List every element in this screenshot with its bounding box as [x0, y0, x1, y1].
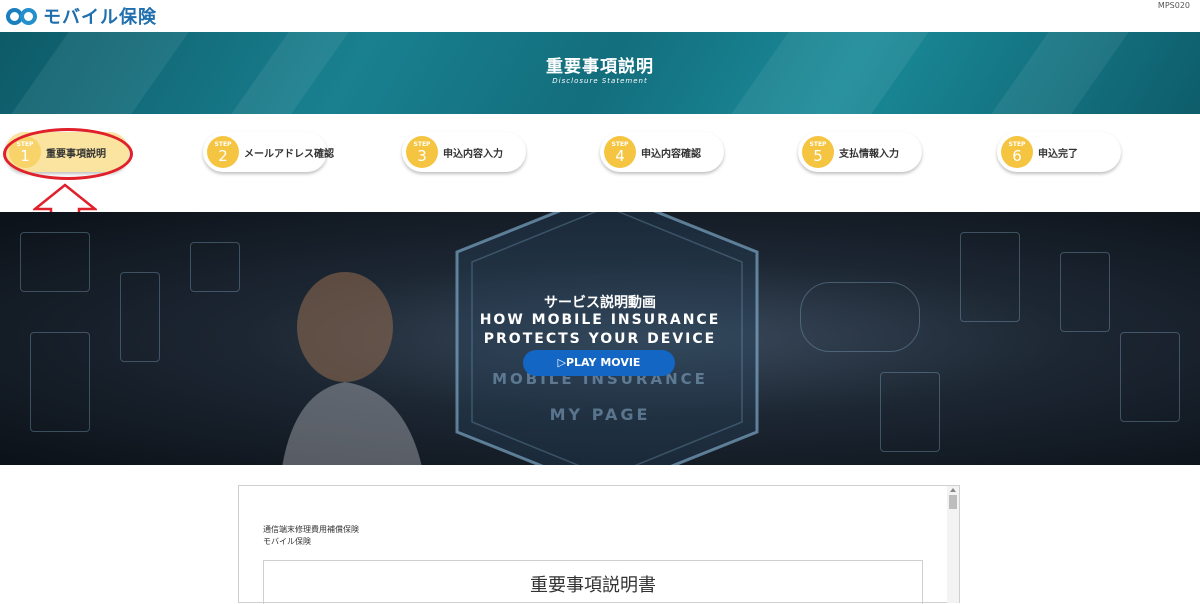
scroll-up-icon[interactable] [950, 488, 956, 492]
top-bar: モバイル保険 MPS020 [0, 0, 1200, 32]
hero-tagline-line1: HOW MOBILE INSURANCE [479, 312, 721, 328]
brand-name: モバイル保険 [43, 7, 157, 28]
disclosure-document-panel[interactable]: 通信端末修理費用補償保険 モバイル保険 重要事項説明書 [238, 485, 960, 604]
step-number-badge: STEP 5 [802, 136, 834, 168]
step-6: STEP 6 申込完了 [997, 132, 1121, 172]
step-5: STEP 5 支払情報入力 [798, 132, 922, 172]
document-heading: 重要事項説明書 [530, 575, 656, 596]
step-number-badge: STEP 4 [604, 136, 636, 168]
step-label: 申込内容確認 [641, 148, 701, 160]
play-movie-button[interactable]: ▷PLAY MOVIE [523, 350, 675, 376]
step-2: STEP 2 メールアドレス確認 [203, 132, 334, 172]
page-title: 重要事項説明 [546, 57, 654, 77]
step-progress: STEP 1 重要事項説明 STEP 2 メールアドレス確認 STEP 3 申込内容入… [0, 128, 1200, 178]
screen-code: MPS020 [1157, 1, 1190, 10]
step-number-badge: STEP 2 [207, 136, 239, 168]
document-scrollbar[interactable] [947, 486, 959, 603]
person-silhouette [282, 272, 422, 465]
infinity-logo-icon [6, 5, 40, 27]
document-brand-name: モバイル保険 [263, 537, 311, 546]
document-product-name: 通信端末修理費用補償保険 [263, 525, 359, 534]
step-label: 支払情報入力 [839, 148, 899, 160]
step-label: 申込内容入力 [443, 148, 503, 160]
hero-tagline-line2: PROTECTS YOUR DEVICE [483, 331, 717, 347]
step-3: STEP 3 申込内容入力 [402, 132, 526, 172]
hero-title: サービス説明動画 [544, 295, 656, 311]
step-4: STEP 4 申込内容確認 [600, 132, 724, 172]
page-subtitle: Disclosure Statement [552, 77, 648, 85]
step-number-badge: STEP 6 [1001, 136, 1033, 168]
document-heading-box: 重要事項説明書 [263, 560, 923, 604]
brand-logo[interactable]: モバイル保険 [6, 3, 157, 29]
current-step-highlight [3, 128, 133, 180]
page-title-band: 重要事項説明 Disclosure Statement [0, 32, 1200, 114]
step-label: 申込完了 [1038, 148, 1078, 160]
scrollbar-thumb[interactable] [949, 495, 957, 509]
hero-video-banner[interactable]: MOBILE INSURANCE MY PAGE サービス説明動画 HOW MO… [0, 212, 1200, 465]
step-number-badge: STEP 3 [406, 136, 438, 168]
step-label: メールアドレス確認 [244, 148, 334, 160]
hero-background-text: MY PAGE [549, 405, 651, 424]
